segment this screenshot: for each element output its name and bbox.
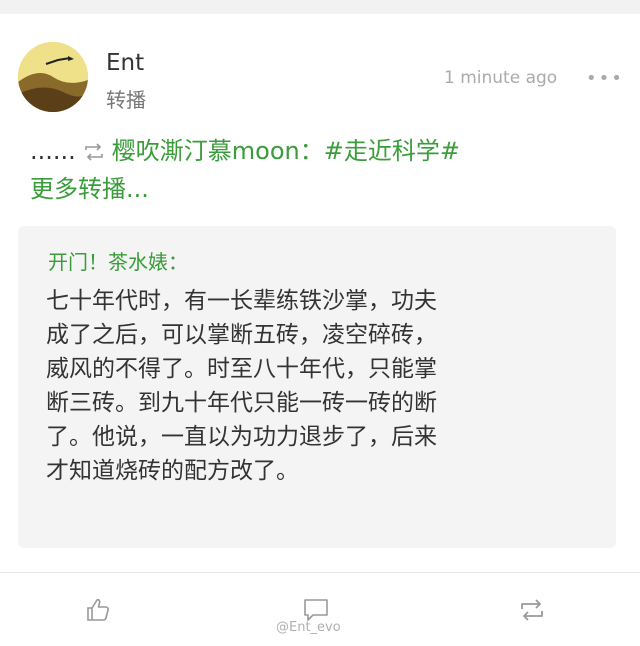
- quoted-author[interactable]: 开门！茶水婊：: [48, 246, 188, 275]
- quoted-post[interactable]: 开门！茶水婊： 七十年代时，有一长辈练铁沙掌，功夫 成了之后，可以掌断五砖，凌空…: [18, 226, 616, 548]
- quoted-text-line: 成了之后，可以掌断五砖，凌空碎砖，: [46, 322, 437, 348]
- repost-ellipsis: ......: [30, 137, 76, 165]
- more-reposts-link[interactable]: 更多转播...: [30, 175, 149, 203]
- topic-link[interactable]: #走近科学#: [324, 137, 460, 165]
- post-subtitle: 转播: [106, 88, 146, 112]
- repost-user-link[interactable]: 樱吹澌汀慕moon：: [112, 137, 324, 165]
- quoted-text-line: 威风的不得了。时至八十年代，只能掌: [46, 356, 437, 382]
- avatar-image: [18, 42, 88, 112]
- like-button[interactable]: [78, 590, 118, 630]
- quoted-text-line: 七十年代时，有一长辈练铁沙掌，功夫: [46, 288, 437, 314]
- thumbs-up-icon: [87, 598, 109, 621]
- divider: [0, 572, 640, 573]
- repost-button[interactable]: [512, 590, 552, 630]
- repost-icon: [521, 599, 543, 621]
- username[interactable]: Ent: [106, 50, 144, 76]
- repost-inline-icon: [84, 143, 103, 161]
- repost-chain: ...... 樱吹澌汀慕moon：#走近科学# 更多转播...: [30, 132, 620, 208]
- post-timestamp: 1 minute ago: [444, 68, 558, 88]
- top-strip: [0, 0, 640, 14]
- watermark: @Ent_evo: [276, 620, 341, 635]
- avatar[interactable]: [18, 42, 88, 112]
- more-options-icon[interactable]: •••: [586, 68, 624, 89]
- quoted-text: 七十年代时，有一长辈练铁沙掌，功夫 成了之后，可以掌断五砖，凌空碎砖， 威风的不…: [46, 284, 606, 488]
- quoted-text-line: 才知道烧砖的配方改了。: [46, 458, 299, 484]
- quoted-text-line: 了。他说，一直以为功力退步了，后来: [46, 424, 437, 450]
- quoted-text-line: 断三砖。到九十年代只能一砖一砖的断: [46, 390, 437, 416]
